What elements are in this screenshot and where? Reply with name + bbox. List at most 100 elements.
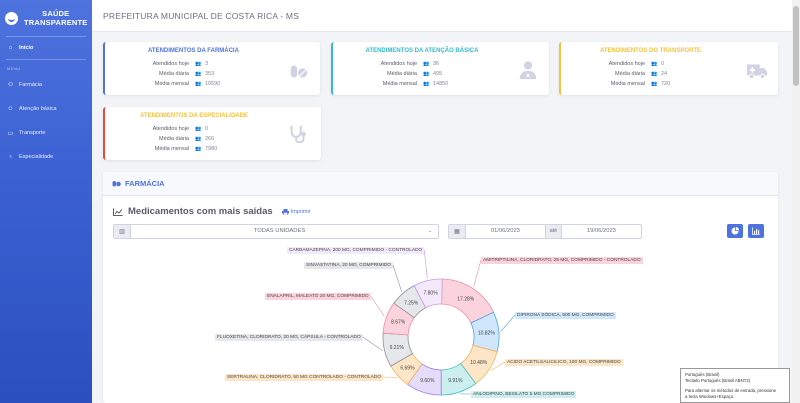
stat-row: Atendidos hoje 👥 0 <box>105 124 208 133</box>
stat-value: 36 <box>433 60 440 67</box>
card-title: ATENDIMENTOS DA FARMÁCIA <box>148 48 239 54</box>
card-title: ATENDIMENTOS DA ESPECIALIDADE <box>140 113 248 119</box>
stat-value: 495 <box>433 70 443 77</box>
users-icon: 👥 <box>195 60 202 67</box>
sidebar-item-farmacia[interactable]: ⬭ Farmácia <box>0 73 92 97</box>
users-icon: 👥 <box>195 135 202 142</box>
stat-row: Média diária 👥 266 <box>105 134 214 143</box>
slice-percent-label: 7.25% <box>404 300 419 306</box>
topbar: PREFEITURA MUNICIPAL DE COSTA RICA - MS <box>92 0 800 32</box>
sidebar-item-label: Farmácia <box>19 82 42 88</box>
stat-row: Atendidos hoje 👥 3 <box>105 59 208 68</box>
stat-value: 14850 <box>433 80 449 87</box>
users-icon: 👥 <box>651 70 658 77</box>
stat-label: Atendidos hoje <box>380 60 417 67</box>
slice-callout-label: SERTRALINA, CLORIDRATO, 50 MG CONTROLADO… <box>225 374 384 381</box>
truck-icon: ▭ <box>7 130 14 137</box>
users-icon: 👥 <box>195 70 202 77</box>
stat-row: Atendidos hoje 👥 36 <box>333 59 440 68</box>
sidebar-item-transporte[interactable]: ▭ Transporte <box>0 121 92 145</box>
slice-percent-label: 10.82% <box>478 331 496 337</box>
card-farmacia: ATENDIMENTOS DA FARMÁCIA Atendidos hoje 👥… <box>103 42 320 95</box>
slice-callout-label: SINVASTATINA, 20 MG, COMPRIMIDO <box>304 262 394 269</box>
stat-label: Atendidos hoje <box>152 60 189 67</box>
sidebar: SAÚDE TRANSPARENTE ⌂ Início MENU ⬭ Farmá… <box>0 0 92 403</box>
slice-callout-label: AMITRIPTILINA, CLORIDRATO, 25 MG, COMPRI… <box>481 257 643 264</box>
users-icon: 👥 <box>423 80 430 87</box>
lang-line: a tecla Windows+Espaço. <box>685 393 735 399</box>
stat-label: Média diária <box>387 70 417 77</box>
stat-row: Média mensal 👥 10590 <box>105 79 221 88</box>
slice-percent-label: 17.28% <box>457 297 475 303</box>
farmacia-panel: FARMÁCIA Medicamentos com mais saídas Im… <box>103 172 778 403</box>
users-icon: 👥 <box>423 70 430 77</box>
sidebar-item-label: Especialidade <box>19 154 54 160</box>
users-icon: 👥 <box>195 145 202 152</box>
stat-label: Média mensal <box>154 145 189 152</box>
sidebar-item-atencao-basica[interactable]: ☺ Atenção básica <box>0 97 92 121</box>
slice-callout-label: CARBAMAZEPINA, 200 MG, COMPRIMIDO - CONT… <box>287 247 425 254</box>
stat-row: Média diária 👥 353 <box>105 69 214 78</box>
slice-percent-label: 8.67% <box>391 319 406 325</box>
stat-value: 7980 <box>205 145 218 152</box>
callout-leader-line <box>383 376 397 378</box>
stat-row: Média diária 👥 495 <box>333 69 442 78</box>
slice-percent-label: 7.80% <box>423 291 438 297</box>
stat-label: Média mensal <box>382 80 417 87</box>
users-icon: 👥 <box>651 60 658 67</box>
callout-leader-line <box>500 314 516 332</box>
donut-chart: 17.28% 10.82% 10.48% 9.91% 9.60% 6.69% 9.21% 8.… <box>362 249 516 396</box>
card-especialidade: ATENDIMENTOS DA ESPECIALIDADE Atendidos … <box>103 107 321 160</box>
stat-value: 10590 <box>205 80 221 87</box>
callout-leader-line <box>370 295 385 317</box>
user-md-icon <box>519 61 537 80</box>
stat-value: 0 <box>661 60 665 67</box>
stat-value: 0 <box>205 125 209 132</box>
slice-callout-label: FLUOXETINA, CLORIDRATO, 20 MG, CÁPSULA -… <box>215 334 363 341</box>
scrollbar[interactable] <box>792 0 800 403</box>
stat-row: Média mensal 👥 720 <box>561 79 670 88</box>
slice-percent-label: 9.60% <box>420 378 435 384</box>
brand-line1: SAÚDE <box>42 9 70 18</box>
sidebar-item-label: Transporte <box>19 130 46 136</box>
card-title: ATENDIMENTOS DO TRANSPORTE <box>599 48 702 54</box>
sidebar-item-label: Início <box>19 45 34 51</box>
sidebar-item-especialidade[interactable]: ♁ Especialidade <box>0 145 92 169</box>
callout-leader-line <box>473 259 482 287</box>
callout-leader-line <box>362 336 383 351</box>
stat-label: Média diária <box>615 70 645 77</box>
stat-row: Média mensal 👥 14850 <box>333 79 449 88</box>
slice-callout-label: DIPIRONA SÓDICA, 500 MG, COMPRIMIDO <box>515 312 616 319</box>
brand-line2: TRANSPARENTE <box>24 18 88 27</box>
sidebar-item-label: Atenção básica <box>19 106 57 112</box>
slice-percent-label: 9.21% <box>390 345 405 351</box>
stat-value: 353 <box>205 70 215 77</box>
slice-percent-label: 9.91% <box>448 378 463 384</box>
users-icon: 👥 <box>195 80 202 87</box>
stethoscope-icon <box>290 125 306 144</box>
pills-icon <box>290 65 308 78</box>
slice-percent-label: 10.48% <box>470 360 488 366</box>
slice-callout-label: ENALAPRIL, MALEATO 20 MG, COMPRIMIDO <box>265 293 371 300</box>
card-transporte: ATENDIMENTOS DO TRANSPORTE Atendidos hoj… <box>559 42 778 95</box>
pills-icon: ⬭ <box>7 81 14 88</box>
stat-value: 266 <box>205 135 215 142</box>
language-tooltip: Português (Brasil) Teclado Português (Br… <box>680 368 790 403</box>
stat-label: Média diária <box>159 70 189 77</box>
stat-row: Atendidos hoje 👥 0 <box>561 59 664 68</box>
user-md-icon: ☺ <box>7 106 14 112</box>
slice-callout-label: ACIDO ACETILSALICILICO, 100 MG, COMPRIMI… <box>505 359 623 366</box>
sidebar-divider <box>6 36 86 37</box>
stat-label: Atendidos hoje <box>608 60 645 67</box>
callout-leader-line <box>392 264 402 292</box>
stat-value: 3 <box>205 60 209 67</box>
home-icon: ⌂ <box>8 45 13 51</box>
sidebar-item-inicio[interactable]: ⌂ Início <box>0 41 92 55</box>
scroll-thumb[interactable] <box>793 6 799 86</box>
brand[interactable]: SAÚDE TRANSPARENTE <box>0 0 92 36</box>
users-icon: 👥 <box>651 80 658 87</box>
brand-text: SAÚDE TRANSPARENTE <box>24 9 88 27</box>
card-atencao-basica: ATENDIMENTOS DA ATENÇÃO BÁSICA Atendidos… <box>331 42 549 95</box>
users-icon: 👥 <box>195 125 202 132</box>
brand-logo-icon <box>5 11 18 25</box>
